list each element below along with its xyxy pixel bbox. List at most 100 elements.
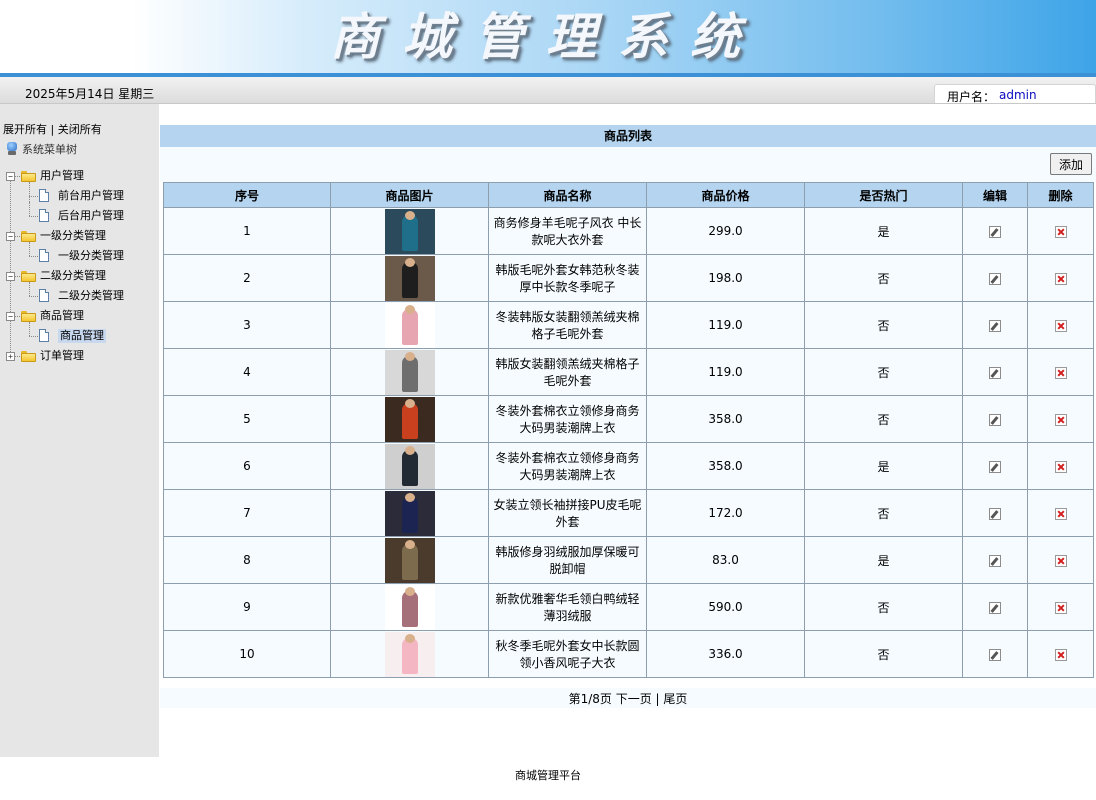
delete-icon[interactable] (1054, 272, 1067, 285)
row-index: 7 (163, 489, 331, 537)
collapse-all-link[interactable]: 关闭所有 (58, 123, 102, 136)
col-header-image: 商品图片 (330, 182, 489, 208)
expand-all-link[interactable]: 展开所有 (3, 123, 47, 136)
edit-cell (962, 348, 1028, 396)
delete-cell (1027, 536, 1094, 584)
tree-leaf-item[interactable]: 前台用户管理 (58, 189, 124, 203)
tree-connector (15, 356, 20, 357)
delete-icon[interactable] (1054, 225, 1067, 238)
product-image-cell (330, 489, 489, 537)
next-page-link[interactable]: 下一页 (616, 692, 652, 706)
username-label: 用户名： (947, 90, 996, 104)
product-hot: 否 (804, 630, 963, 678)
tree-leaf-item[interactable]: 商品管理 (58, 329, 106, 343)
product-image-cell (330, 583, 489, 631)
tree-node-2[interactable]: 一级分类管理 (40, 229, 106, 243)
edit-icon[interactable] (989, 554, 1001, 567)
delete-icon[interactable] (1054, 554, 1067, 567)
toggle-separator: | (47, 123, 58, 136)
delete-icon[interactable] (1054, 460, 1067, 473)
expand-toggle-icon[interactable]: − (6, 272, 15, 281)
table-row: 10 秋冬季毛呢外套女中长款圆领小香风呢子大衣 336.0 否 (163, 630, 1094, 678)
expand-toggle-icon[interactable]: + (6, 352, 15, 361)
row-index: 9 (163, 583, 331, 631)
tree-connector (15, 316, 20, 317)
delete-icon[interactable] (1054, 648, 1067, 661)
expand-toggle-icon[interactable]: − (6, 172, 15, 181)
product-thumbnail (384, 537, 435, 583)
product-thumbnail (384, 584, 435, 630)
delete-icon[interactable] (1054, 507, 1067, 520)
table-header-row: 序号 商品图片 商品名称 商品价格 是否热门 编辑 删除 (163, 182, 1094, 208)
delete-cell (1027, 348, 1094, 396)
product-price: 590.0 (646, 583, 805, 631)
expand-toggle-icon[interactable]: − (6, 232, 15, 241)
product-price: 119.0 (646, 301, 805, 349)
pagination: 第1/8页 下一页 | 尾页 (160, 688, 1096, 708)
product-price: 198.0 (646, 254, 805, 302)
tree-node-3[interactable]: 二级分类管理 (40, 269, 106, 283)
table-row: 3 冬装韩版女装翻领羔绒夹棉格子毛呢外套 119.0 否 (163, 301, 1094, 349)
delete-cell (1027, 630, 1094, 678)
edit-icon[interactable] (989, 319, 1001, 332)
table-row: 1 商务修身羊毛呢子风衣 中长款呢大衣外套 299.0 是 (163, 207, 1094, 255)
edit-icon[interactable] (989, 460, 1001, 473)
product-price: 299.0 (646, 207, 805, 255)
current-date: 2025年5月14日 星期三 (25, 87, 155, 101)
product-thumbnail (384, 349, 435, 395)
folder-icon (21, 351, 36, 362)
product-hot: 否 (804, 301, 963, 349)
edit-icon[interactable] (989, 413, 1001, 426)
expand-toggle-icon[interactable]: − (6, 312, 15, 321)
delete-cell (1027, 489, 1094, 537)
menu-tree-root[interactable]: 系统菜单树 (5, 140, 77, 158)
row-index: 3 (163, 301, 331, 349)
sidebar: 展开所有 | 关闭所有 系统菜单树 − 用户管理前台用户管理 后台用户管理 − 一级分类… (0, 104, 159, 757)
product-hot: 否 (804, 583, 963, 631)
tree-leaf-item[interactable]: 后台用户管理 (58, 209, 124, 223)
tree-toggle-links: 展开所有 | 关闭所有 (3, 121, 102, 137)
product-price: 172.0 (646, 489, 805, 537)
edit-icon[interactable] (989, 272, 1001, 285)
row-index: 10 (163, 630, 331, 678)
edit-icon[interactable] (989, 225, 1001, 238)
product-image-cell (330, 395, 489, 443)
tree-node-5[interactable]: 订单管理 (40, 349, 84, 363)
delete-cell (1027, 301, 1094, 349)
edit-icon[interactable] (989, 601, 1001, 614)
list-toolbar (160, 147, 1096, 182)
product-image-cell (330, 207, 489, 255)
delete-icon[interactable] (1054, 413, 1067, 426)
product-thumbnail (384, 631, 435, 677)
product-thumbnail (384, 208, 435, 254)
product-name: 商务修身羊毛呢子风衣 中长款呢大衣外套 (488, 207, 647, 255)
tree-leaf-item[interactable]: 二级分类管理 (58, 289, 124, 303)
page-info: 第1/8页 (568, 692, 612, 706)
tree-node-4[interactable]: 商品管理 (40, 309, 84, 323)
delete-cell (1027, 442, 1094, 490)
edit-icon[interactable] (989, 648, 1001, 661)
product-image-cell (330, 348, 489, 396)
tree-connector (29, 336, 38, 337)
delete-icon[interactable] (1054, 366, 1067, 379)
product-price: 119.0 (646, 348, 805, 396)
edit-icon[interactable] (989, 507, 1001, 520)
tree-connector (29, 296, 38, 297)
last-page-link[interactable]: 尾页 (663, 692, 687, 706)
delete-icon[interactable] (1054, 319, 1067, 332)
product-image-cell (330, 442, 489, 490)
product-image-cell (330, 536, 489, 584)
table-row: 6 冬装外套棉衣立领修身商务大码男装潮牌上衣 358.0 是 (163, 442, 1094, 490)
edit-cell (962, 254, 1028, 302)
delete-icon[interactable] (1054, 601, 1067, 614)
product-list-title: 商品列表 (160, 125, 1096, 147)
product-price: 336.0 (646, 630, 805, 678)
folder-icon (21, 171, 36, 182)
product-image-cell (330, 301, 489, 349)
add-product-button[interactable]: 添加 (1050, 153, 1092, 175)
tree-leaf-item[interactable]: 一级分类管理 (58, 249, 124, 263)
tree-node-1[interactable]: 用户管理 (40, 169, 84, 183)
system-title: 商城管理系统 (330, 7, 762, 66)
tree-connector (29, 202, 30, 216)
edit-icon[interactable] (989, 366, 1001, 379)
